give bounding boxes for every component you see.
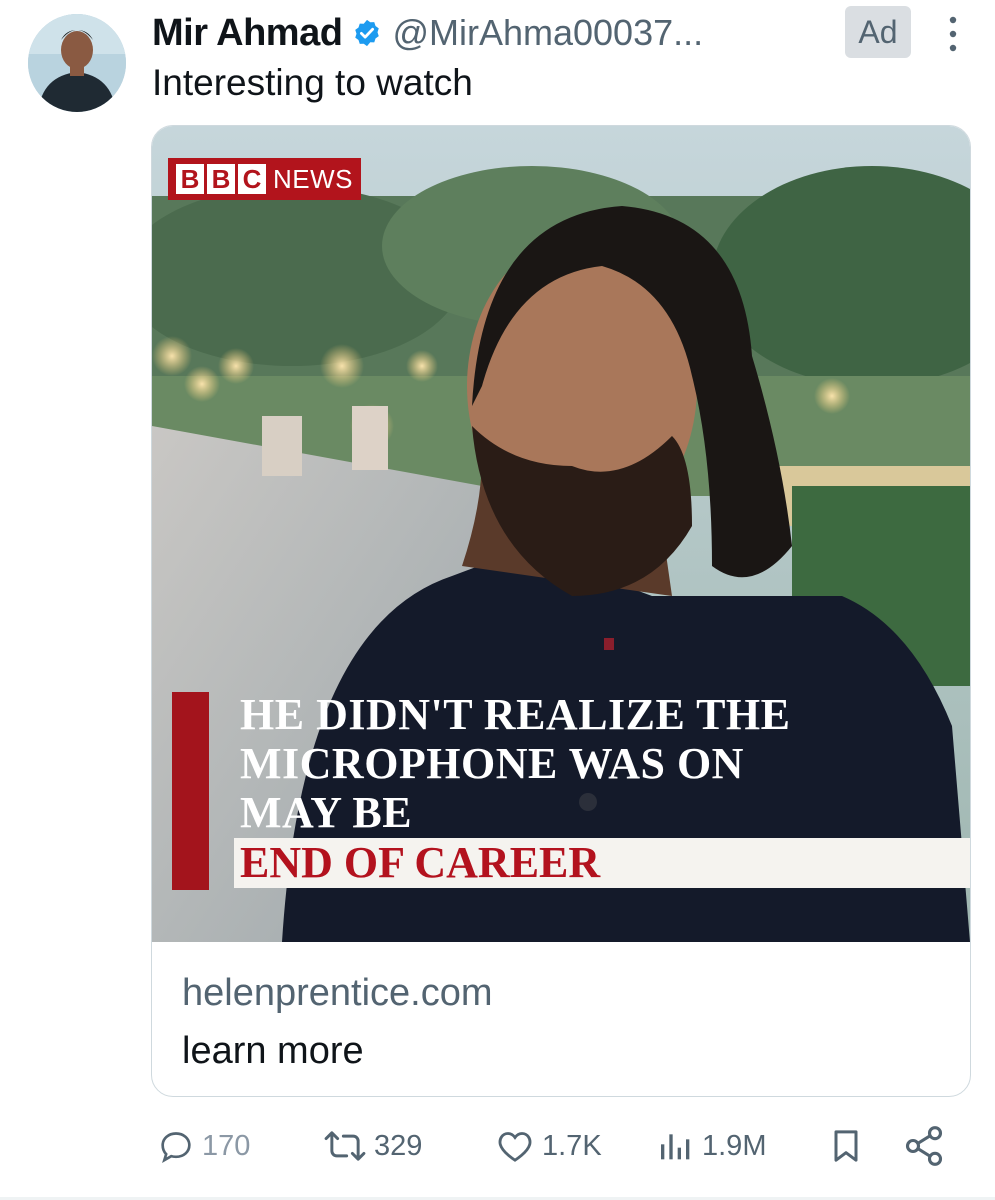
views-icon bbox=[661, 1134, 690, 1160]
author-handle[interactable]: @MirAhma00037... bbox=[392, 12, 703, 54]
author-name[interactable]: Mir Ahmad bbox=[152, 12, 343, 55]
reply-icon bbox=[161, 1132, 191, 1164]
logo-word: NEWS bbox=[273, 163, 353, 194]
action-bar: 170 329 1.7K 1.9M bbox=[0, 1118, 995, 1174]
headline-accent-bar bbox=[172, 692, 209, 890]
avatar-image bbox=[28, 14, 126, 112]
repost-button[interactable]: 329 bbox=[322, 1118, 422, 1174]
bookmark-button[interactable] bbox=[826, 1118, 872, 1174]
headline-line: HE DIDN'T REALIZE THE bbox=[240, 690, 791, 739]
headline-tag: END OF CAREER bbox=[240, 838, 601, 887]
bookmark-icon bbox=[834, 1130, 858, 1162]
headline-line: MAY BE bbox=[240, 788, 413, 837]
repost-icon bbox=[324, 1131, 366, 1161]
post-header: Mir Ahmad @MirAhma00037... bbox=[152, 8, 965, 58]
like-count: 1.7K bbox=[542, 1129, 602, 1162]
reply-button[interactable]: 170 bbox=[156, 1118, 250, 1174]
share-icon bbox=[905, 1126, 943, 1166]
verified-badge-icon bbox=[355, 19, 380, 47]
ad-badge: Ad bbox=[845, 6, 911, 58]
bbc-news-logo: B B C NEWS bbox=[168, 158, 361, 200]
repost-count: 329 bbox=[374, 1129, 423, 1162]
card-image[interactable]: B B C NEWS HE DIDN'T REALIZE THE MICROPH… bbox=[152, 126, 970, 942]
headline: HE DIDN'T REALIZE THE MICROPHONE WAS ON … bbox=[240, 690, 791, 837]
avatar[interactable] bbox=[28, 14, 126, 112]
logo-letter: B bbox=[176, 164, 204, 194]
headline-line: MICROPHONE WAS ON bbox=[240, 739, 744, 788]
card-cta[interactable]: learn more bbox=[182, 1030, 364, 1073]
logo-letter: B bbox=[207, 164, 235, 194]
reply-count: 170 bbox=[202, 1129, 251, 1162]
link-card[interactable]: B B C NEWS HE DIDN'T REALIZE THE MICROPH… bbox=[151, 125, 971, 1097]
logo-letter: C bbox=[238, 164, 266, 194]
views-button[interactable]: 1.9M bbox=[656, 1118, 766, 1174]
share-button[interactable] bbox=[902, 1118, 952, 1174]
like-button[interactable]: 1.7K bbox=[494, 1118, 602, 1174]
views-count: 1.9M bbox=[702, 1129, 767, 1162]
post-text: Interesting to watch bbox=[152, 62, 473, 103]
headline-tag-bar: END OF CAREER bbox=[234, 838, 970, 888]
more-icon[interactable] bbox=[947, 14, 959, 54]
card-domain[interactable]: helenprentice.com bbox=[182, 972, 493, 1015]
like-icon bbox=[498, 1132, 532, 1162]
